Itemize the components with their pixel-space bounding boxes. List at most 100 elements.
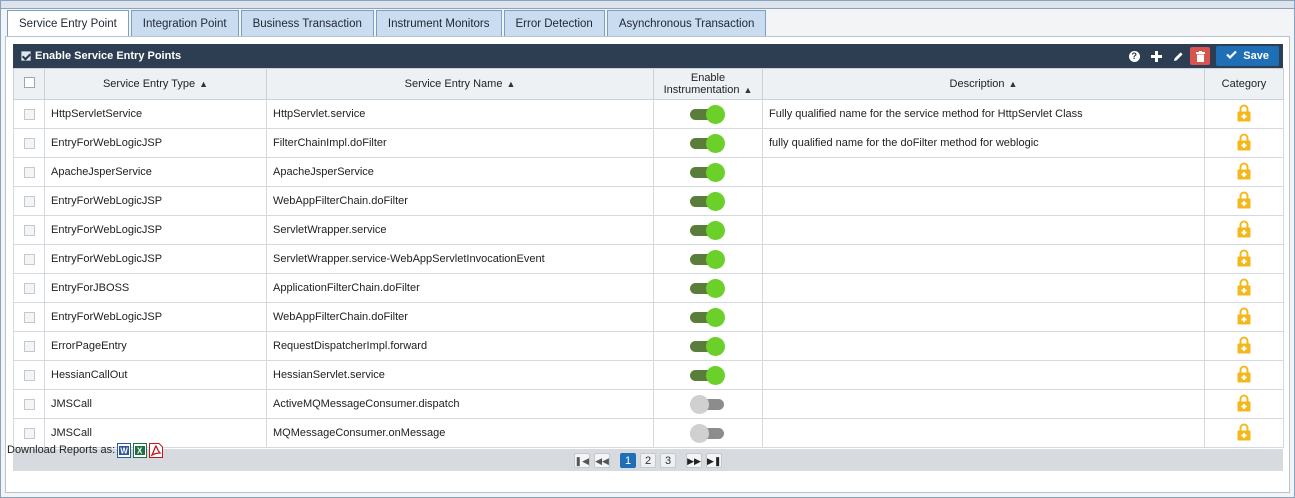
question-circle-icon[interactable]: ?	[1124, 46, 1144, 66]
row-checkbox[interactable]	[23, 253, 35, 265]
instrumentation-toggle[interactable]	[690, 163, 726, 182]
table-row[interactable]: HttpServletService HttpServlet.service Ful…	[13, 99, 1284, 129]
instrumentation-toggle[interactable]	[690, 192, 726, 211]
enable-checkbox[interactable]	[21, 51, 31, 61]
row-checkbox[interactable]	[23, 369, 35, 381]
lock-icon[interactable]	[1237, 365, 1251, 386]
service-entry-panel: Enable Service Entry Points ? Save Servi…	[5, 36, 1290, 493]
service-entry-name-cell: FilterChainImpl.doFilter	[266, 128, 654, 158]
lock-icon[interactable]	[1237, 249, 1251, 270]
sort-icon: ▲︎	[199, 79, 209, 89]
table-row[interactable]: EntryForWebLogicJSP WebAppFilterChain.doF…	[13, 302, 1284, 332]
row-select-cell	[13, 244, 45, 274]
enable-instrumentation-cell	[653, 186, 763, 216]
plus-icon[interactable]	[1146, 46, 1166, 66]
service-entry-name-cell: ServletWrapper.service	[266, 215, 654, 245]
category-cell	[1204, 128, 1284, 158]
instrumentation-toggle[interactable]	[690, 424, 726, 443]
table-row[interactable]: EntryForWebLogicJSP ServletWrapper.servic…	[13, 215, 1284, 245]
header-description[interactable]: Description ▲︎	[762, 68, 1205, 100]
next-page-button[interactable]: ▶▶	[686, 452, 702, 468]
pagination: ❚◀ ◀◀ 1 2 3 ▶▶ ▶❚	[13, 449, 1283, 471]
save-button[interactable]: Save	[1216, 46, 1279, 66]
row-checkbox[interactable]	[23, 224, 35, 236]
description-cell	[762, 244, 1205, 274]
previous-page-button[interactable]: ◀◀	[594, 452, 610, 468]
table-row[interactable]: EntryForWebLogicJSP WebAppFilterChain.doF…	[13, 186, 1284, 216]
lock-icon[interactable]	[1237, 133, 1251, 154]
select-all-checkbox[interactable]	[23, 77, 35, 88]
row-checkbox[interactable]	[23, 398, 35, 410]
row-checkbox[interactable]	[23, 108, 35, 120]
service-entry-name-cell: ApplicationFilterChain.doFilter	[266, 273, 654, 303]
pdf-icon[interactable]	[149, 442, 164, 458]
trash-icon[interactable]	[1190, 47, 1211, 65]
instrumentation-toggle[interactable]	[690, 308, 726, 327]
download-reports: Download Reports as: W X	[7, 441, 164, 459]
tab-error-detection[interactable]: Error Detection	[503, 10, 605, 37]
table-row[interactable]: EntryForWebLogicJSP FilterChainImpl.doFil…	[13, 128, 1284, 158]
table-row[interactable]: ErrorPageEntry RequestDispatcherImpl.forw…	[13, 331, 1284, 361]
row-checkbox[interactable]	[23, 195, 35, 207]
row-checkbox[interactable]	[23, 427, 35, 439]
instrumentation-toggle[interactable]	[690, 395, 726, 414]
word-icon[interactable]: W	[117, 442, 132, 458]
lock-icon[interactable]	[1237, 220, 1251, 241]
category-cell	[1204, 99, 1284, 129]
lock-icon[interactable]	[1237, 423, 1251, 444]
table-row[interactable]: ApacheJsperService ApacheJsperService	[13, 157, 1284, 187]
tab-instrument-monitors[interactable]: Instrument Monitors	[375, 10, 502, 37]
instrumentation-toggle[interactable]	[690, 337, 726, 356]
instrumentation-toggle[interactable]	[690, 221, 726, 240]
page-1-button[interactable]: 1	[620, 452, 636, 468]
excel-icon[interactable]: X	[133, 442, 148, 458]
table-row[interactable]: HessianCallOut HessianServlet.service	[13, 360, 1284, 390]
enable-instrumentation-cell	[653, 99, 763, 129]
table-row[interactable]: EntryForWebLogicJSP ServletWrapper.servic…	[13, 244, 1284, 274]
lock-icon[interactable]	[1237, 104, 1251, 125]
row-select-cell	[13, 128, 45, 158]
pencil-icon[interactable]	[1168, 46, 1188, 66]
enable-instrumentation-cell	[653, 331, 763, 361]
lock-icon[interactable]	[1237, 162, 1251, 183]
last-page-button[interactable]: ▶❚	[706, 452, 723, 468]
description-cell	[762, 418, 1205, 448]
row-checkbox[interactable]	[23, 137, 35, 149]
page-2-button[interactable]: 2	[640, 452, 656, 468]
row-checkbox[interactable]	[23, 311, 35, 323]
row-checkbox[interactable]	[23, 282, 35, 294]
enable-service-entry-points[interactable]: Enable Service Entry Points	[21, 44, 181, 68]
lock-icon[interactable]	[1237, 307, 1251, 328]
category-cell	[1204, 331, 1284, 361]
first-page-button[interactable]: ❚◀	[573, 452, 590, 468]
row-select-cell	[13, 302, 45, 332]
table-row[interactable]: EntryForJBOSS ApplicationFilterChain.doFi…	[13, 273, 1284, 303]
table-row[interactable]: JMSCall MQMessageConsumer.onMessage	[13, 418, 1284, 448]
service-entry-name-cell: WebAppFilterChain.doFilter	[266, 302, 654, 332]
tab-service-entry-point[interactable]: Service Entry Point	[7, 10, 129, 38]
instrumentation-toggle[interactable]	[690, 279, 726, 298]
instrumentation-toggle[interactable]	[690, 134, 726, 153]
description-cell	[762, 331, 1205, 361]
row-select-cell	[13, 186, 45, 216]
table-row[interactable]: JMSCall ActiveMQMessageConsumer.dispatch	[13, 389, 1284, 419]
lock-icon[interactable]	[1237, 394, 1251, 415]
row-checkbox[interactable]	[23, 166, 35, 178]
header-service-entry-type[interactable]: Service Entry Type ▲︎	[44, 68, 267, 100]
toolbar-actions: ? Save	[1124, 44, 1279, 68]
tab-asynchronous-transaction[interactable]: Asynchronous Transaction	[606, 10, 767, 37]
enable-instrumentation-cell	[653, 360, 763, 390]
instrumentation-toggle[interactable]	[690, 105, 726, 124]
category-cell	[1204, 244, 1284, 274]
instrumentation-toggle[interactable]	[690, 250, 726, 269]
page-3-button[interactable]: 3	[660, 452, 676, 468]
instrumentation-toggle[interactable]	[690, 366, 726, 385]
header-service-entry-name[interactable]: Service Entry Name ▲︎	[266, 68, 654, 100]
tab-business-transaction[interactable]: Business Transaction	[240, 10, 374, 37]
lock-icon[interactable]	[1237, 278, 1251, 299]
header-enable-instrumentation[interactable]: Enable Instrumentation ▲︎	[653, 68, 763, 100]
row-checkbox[interactable]	[23, 340, 35, 352]
tab-integration-point[interactable]: Integration Point	[130, 10, 239, 37]
lock-icon[interactable]	[1237, 336, 1251, 357]
lock-icon[interactable]	[1237, 191, 1251, 212]
